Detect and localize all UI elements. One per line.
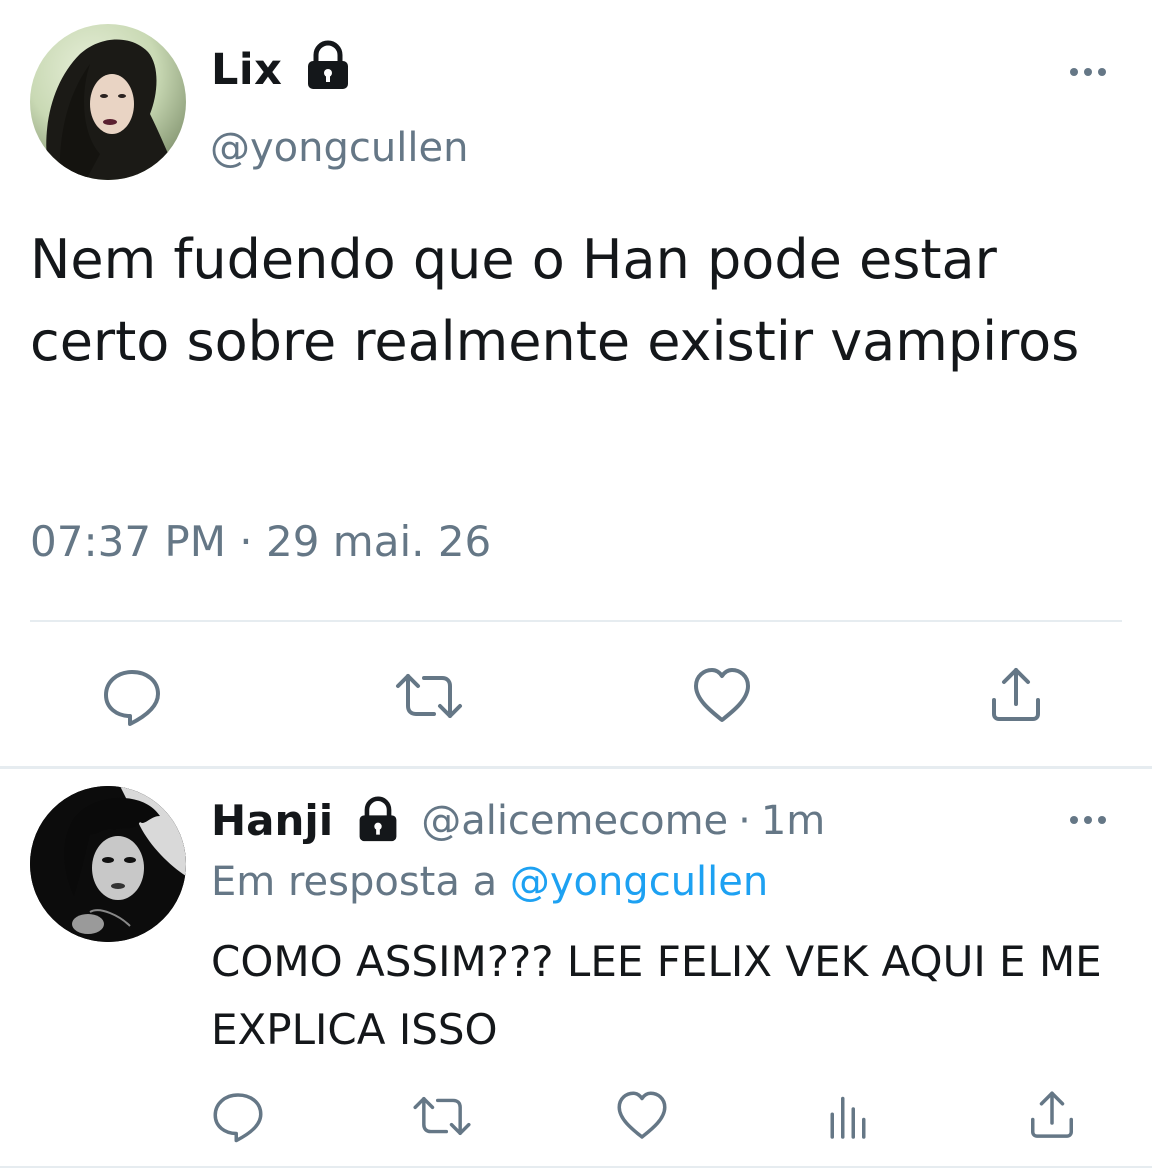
- author-name[interactable]: Lix: [211, 44, 282, 96]
- lock-icon: [355, 796, 401, 846]
- avatar-lix[interactable]: [30, 24, 186, 180]
- tweet-text: Nem fudendo que o Han pode estar certo s…: [30, 228, 1080, 373]
- divider: [0, 766, 1152, 769]
- reply-icon[interactable]: [100, 664, 164, 728]
- share-icon[interactable]: [1024, 1088, 1088, 1152]
- reply-mention-link[interactable]: @yongcullen: [510, 859, 768, 905]
- more-horizontal-icon[interactable]: [1066, 60, 1110, 88]
- reply-prefix: Em resposta a: [211, 859, 498, 905]
- tweet-timestamp[interactable]: 07:37 PM · 29 mai. 26: [30, 512, 491, 572]
- reply-context: Em resposta a @yongcullen: [211, 854, 768, 910]
- like-icon[interactable]: [614, 1088, 678, 1152]
- reply-icon[interactable]: [210, 1088, 274, 1152]
- avatar-hanji[interactable]: [30, 786, 186, 942]
- retweet-icon[interactable]: [410, 1088, 474, 1152]
- analytics-icon[interactable]: [820, 1088, 884, 1152]
- tweet-timestamp[interactable]: 1m: [761, 794, 825, 848]
- divider: [30, 620, 1122, 622]
- author-handle[interactable]: @alicemecome: [421, 794, 728, 848]
- reply-text: COMO ASSIM??? LEE FELIX VEK AQUI E ME EX…: [211, 937, 1102, 1054]
- author-handle[interactable]: @yongcullen: [210, 122, 468, 174]
- reply-header: Hanji @alicemecome · 1m: [211, 794, 825, 848]
- retweet-icon[interactable]: [392, 664, 462, 728]
- divider: [0, 1166, 1152, 1168]
- author-name[interactable]: Hanji: [211, 794, 333, 848]
- more-horizontal-icon[interactable]: [1066, 808, 1110, 836]
- separator-dot: ·: [738, 798, 751, 844]
- lock-icon: [304, 40, 352, 94]
- share-icon[interactable]: [984, 664, 1048, 728]
- like-icon[interactable]: [690, 664, 754, 728]
